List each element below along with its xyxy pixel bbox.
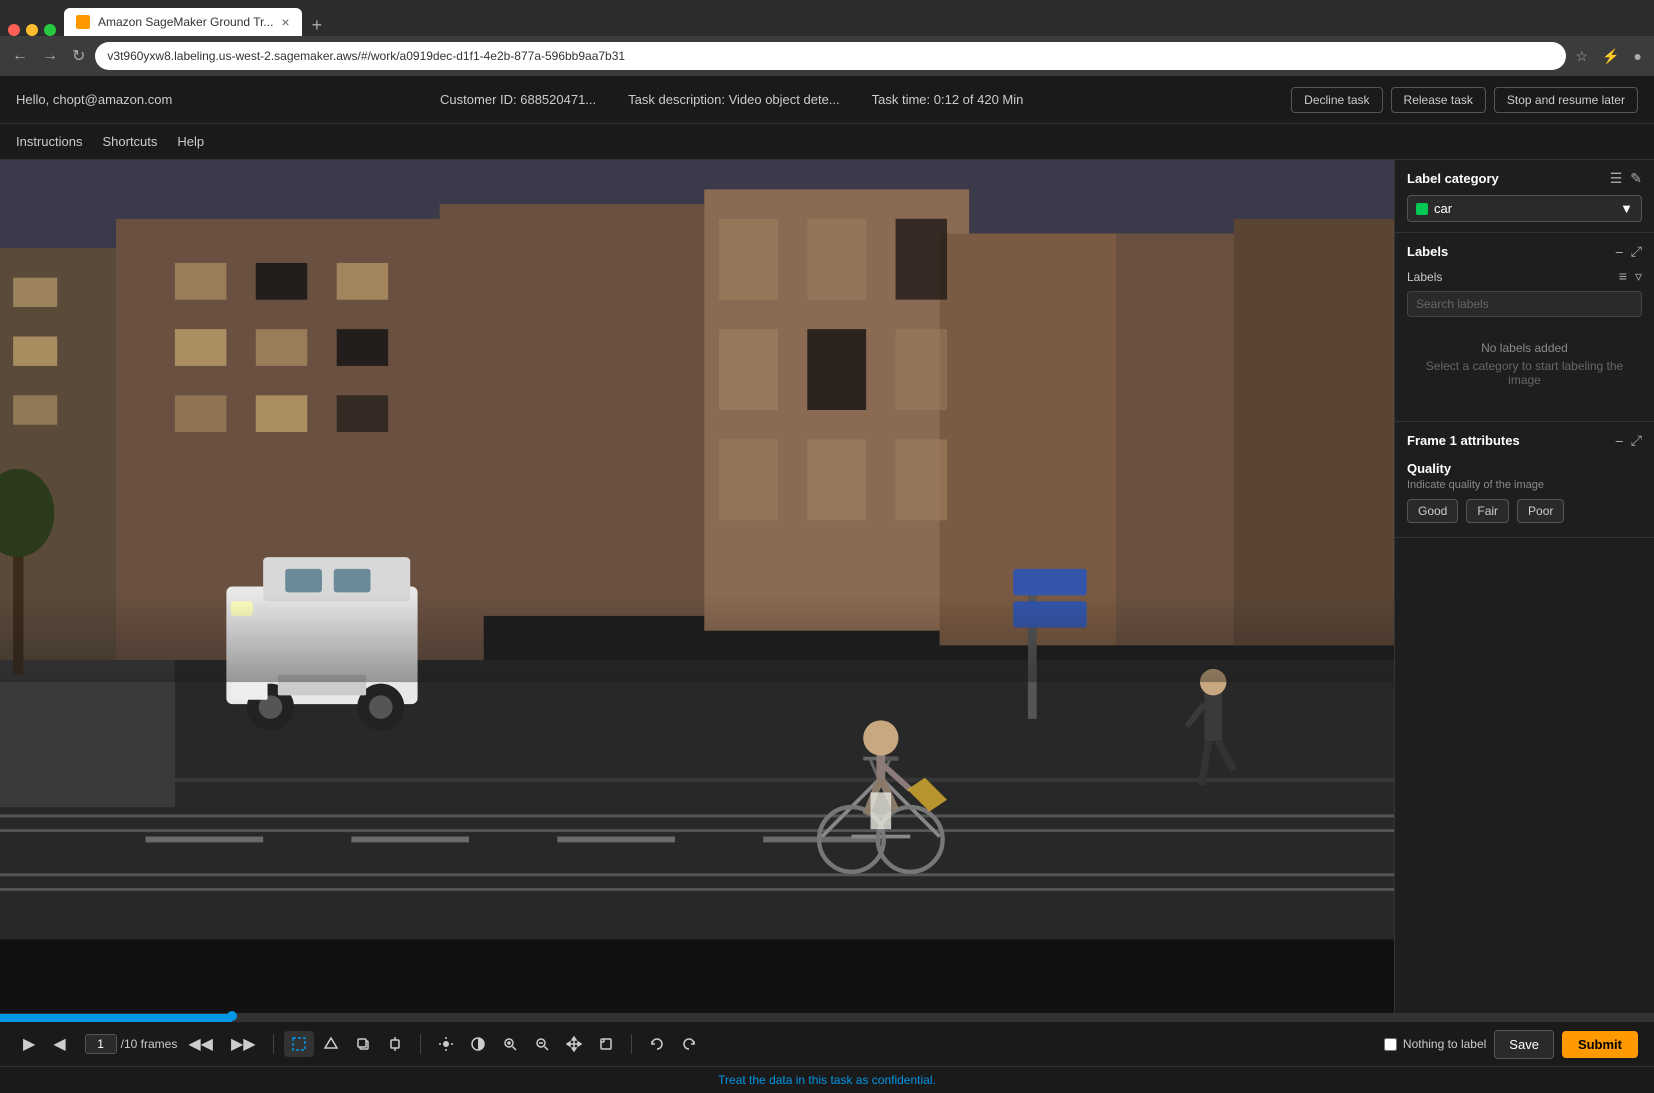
brightness-btn[interactable]: [431, 1031, 461, 1057]
chevron-down-icon: ▼: [1620, 201, 1633, 216]
tab-favicon: [76, 15, 90, 29]
quality-poor-btn[interactable]: Poor: [1517, 499, 1564, 523]
label-category-section: Label category ☰ ✎ car ▼: [1395, 160, 1654, 233]
quality-desc: Indicate quality of the image: [1407, 479, 1642, 491]
toolbar-separator-3: [631, 1034, 632, 1054]
redo-btn[interactable]: [674, 1031, 704, 1057]
edit-icon[interactable]: ✎: [1630, 170, 1642, 187]
labels-title: Labels: [1407, 244, 1448, 259]
history-group: [642, 1031, 704, 1057]
labels-section: Labels ⎯ ⤢ Labels ≡ ▿ No labels added Se…: [1395, 233, 1654, 422]
zoom-out-btn[interactable]: [527, 1031, 557, 1057]
expand-frame-icon[interactable]: ⤢: [1631, 432, 1642, 449]
last-frame-btn[interactable]: ◀◀: [181, 1029, 220, 1059]
forward-btn[interactable]: →: [38, 43, 62, 69]
nothing-to-label-text: Nothing to label: [1403, 1037, 1486, 1051]
app-header: Hello, chopt@amazon.com Customer ID: 688…: [0, 76, 1654, 124]
task-time: Task time: 0:12 of 420 Min: [872, 92, 1024, 107]
back-btn[interactable]: ←: [8, 43, 32, 69]
toolbar: ▶ ◀ /10 frames ◀◀ ▶▶: [0, 1022, 1654, 1066]
new-tab-btn[interactable]: +: [306, 15, 329, 36]
confidential-bar: Treat the data in this task as confident…: [0, 1066, 1654, 1093]
zoom-in-btn[interactable]: [495, 1031, 525, 1057]
right-panel: Label category ☰ ✎ car ▼ Labels ⎯: [1394, 160, 1654, 1013]
minimize-labels-icon[interactable]: ⎯: [1616, 243, 1623, 260]
toolbar-right: Nothing to label Save Submit: [1384, 1030, 1638, 1059]
window-minimize-btn[interactable]: [26, 24, 38, 36]
labels-sub-title: Labels: [1407, 270, 1442, 284]
undo-btn[interactable]: [642, 1031, 672, 1057]
submit-btn[interactable]: Submit: [1562, 1031, 1638, 1058]
contrast-btn[interactable]: [463, 1031, 493, 1057]
confidential-text: Treat the data in this task as confident…: [718, 1073, 936, 1087]
save-btn[interactable]: Save: [1494, 1030, 1554, 1059]
stop-resume-btn[interactable]: Stop and resume later: [1494, 87, 1638, 113]
extensions-icon[interactable]: ⚡: [1598, 46, 1623, 67]
bookmark-icon[interactable]: ☆: [1572, 46, 1593, 67]
frame-total: /10 frames: [121, 1037, 178, 1051]
no-labels-desc: Select a category to start labeling the …: [1419, 359, 1630, 387]
profile-icon[interactable]: ●: [1630, 46, 1646, 66]
browser-tab[interactable]: Amazon SageMaker Ground Tr... ×: [64, 8, 302, 36]
image-tool-group: [431, 1031, 621, 1057]
customer-id: Customer ID: 688520471...: [440, 92, 596, 107]
video-area: [0, 160, 1394, 1013]
search-labels-input[interactable]: [1407, 291, 1642, 317]
toolbar-separator-2: [420, 1034, 421, 1054]
minimize-frame-icon[interactable]: ⎯: [1616, 432, 1623, 449]
label-category-title: Label category: [1407, 171, 1499, 186]
quality-label: Quality: [1407, 461, 1642, 476]
timeline-thumb: [227, 1011, 237, 1021]
tool-group: [284, 1031, 410, 1057]
nothing-to-label-checkbox[interactable]: Nothing to label: [1384, 1037, 1486, 1051]
play-btn[interactable]: ▶: [16, 1029, 42, 1059]
bounding-box-tool[interactable]: [284, 1031, 314, 1057]
frame-attributes-section: Frame 1 attributes ⎯ ⤢ Quality Indicate …: [1395, 422, 1654, 538]
menu-help[interactable]: Help: [177, 130, 204, 153]
tab-close-btn[interactable]: ×: [281, 14, 289, 30]
quality-options: Good Fair Poor: [1407, 499, 1642, 523]
expand-labels-icon[interactable]: ⤢: [1631, 243, 1642, 260]
bottom-area: ▶ ◀ /10 frames ◀◀ ▶▶: [0, 1013, 1654, 1066]
task-description: Task description: Video object dete...: [628, 92, 840, 107]
quality-good-btn[interactable]: Good: [1407, 499, 1458, 523]
clone-tool[interactable]: [380, 1031, 410, 1057]
timeline-progress: [0, 1014, 232, 1022]
tab-title: Amazon SageMaker Ground Tr...: [98, 15, 273, 29]
playback-controls: ▶ ◀: [16, 1029, 73, 1059]
no-labels-area: No labels added Select a category to sta…: [1407, 317, 1642, 411]
funnel-icon[interactable]: ▿: [1635, 268, 1642, 285]
fit-btn[interactable]: [591, 1031, 621, 1057]
toolbar-separator-1: [273, 1034, 274, 1054]
pan-btn[interactable]: [559, 1031, 589, 1057]
filter-icon[interactable]: ≡: [1619, 268, 1627, 285]
nothing-to-label-input[interactable]: [1384, 1038, 1397, 1051]
menu-shortcuts[interactable]: Shortcuts: [102, 130, 157, 153]
user-greeting: Hello, chopt@amazon.com: [16, 92, 172, 107]
window-maximize-btn[interactable]: [44, 24, 56, 36]
copy-tool[interactable]: [348, 1031, 378, 1057]
menu-bar: Instructions Shortcuts Help: [0, 124, 1654, 160]
no-labels-title: No labels added: [1419, 341, 1630, 355]
quality-fair-btn[interactable]: Fair: [1466, 499, 1509, 523]
category-color-swatch: [1416, 203, 1428, 215]
decline-task-btn[interactable]: Decline task: [1291, 87, 1382, 113]
list-view-icon[interactable]: ☰: [1610, 170, 1623, 187]
next-frame-end-btn[interactable]: ▶▶: [224, 1029, 263, 1059]
timeline-bar[interactable]: [0, 1014, 1654, 1022]
frame-attributes-title: Frame 1 attributes: [1407, 433, 1520, 448]
polygon-tool[interactable]: [316, 1031, 346, 1057]
category-selected: car: [1434, 201, 1452, 216]
address-bar[interactable]: [95, 42, 1565, 70]
frame-counter: /10 frames: [85, 1034, 178, 1054]
release-task-btn[interactable]: Release task: [1391, 87, 1486, 113]
frame-number-input[interactable]: [85, 1034, 117, 1054]
category-dropdown[interactable]: car ▼: [1407, 195, 1642, 222]
refresh-btn[interactable]: ↻: [68, 42, 89, 70]
prev-frame-btn[interactable]: ◀: [46, 1029, 72, 1059]
video-scene: [0, 160, 1394, 1013]
video-frame[interactable]: [0, 160, 1394, 1013]
menu-instructions[interactable]: Instructions: [16, 130, 82, 153]
window-close-btn[interactable]: [8, 24, 20, 36]
